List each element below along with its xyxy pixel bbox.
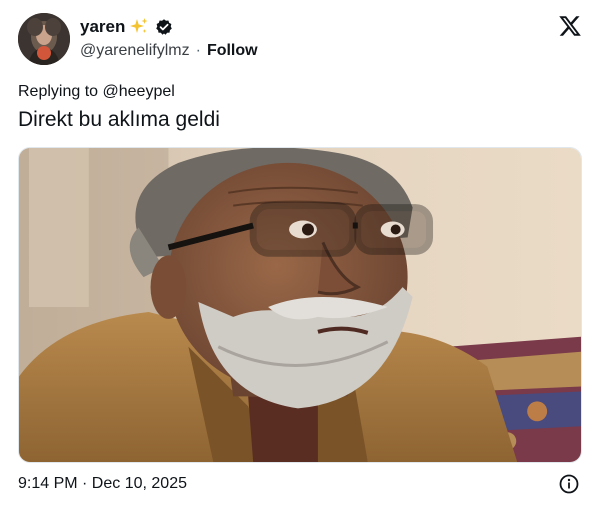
follow-button[interactable]: Follow <box>207 41 258 61</box>
separator-dot: · <box>195 42 201 59</box>
sparkles-icon <box>130 18 148 33</box>
avatar-image <box>18 13 70 65</box>
x-logo-icon[interactable] <box>558 14 582 38</box>
tweet-timestamp[interactable]: 9:14 PM · Dec 10, 2025 <box>18 474 187 494</box>
verified-badge-icon <box>156 19 173 35</box>
author-name-row[interactable]: yaren <box>80 17 173 37</box>
reply-context: Replying to @heeypel <box>18 82 175 102</box>
tweet-text: Direkt bu aklıma geldi <box>18 108 220 131</box>
author-handle-row: @yarenelifylmz · Follow <box>80 41 258 61</box>
tweet-media-image[interactable] <box>18 147 582 463</box>
info-icon[interactable] <box>559 474 579 494</box>
author-handle[interactable]: @yarenelifylmz <box>80 41 190 61</box>
reply-to-handle[interactable]: @heeypel <box>103 83 175 100</box>
reply-prefix: Replying to <box>18 83 99 100</box>
avatar[interactable] <box>18 13 70 65</box>
media-photo <box>19 148 581 462</box>
author-display-name[interactable]: yaren <box>80 17 125 37</box>
